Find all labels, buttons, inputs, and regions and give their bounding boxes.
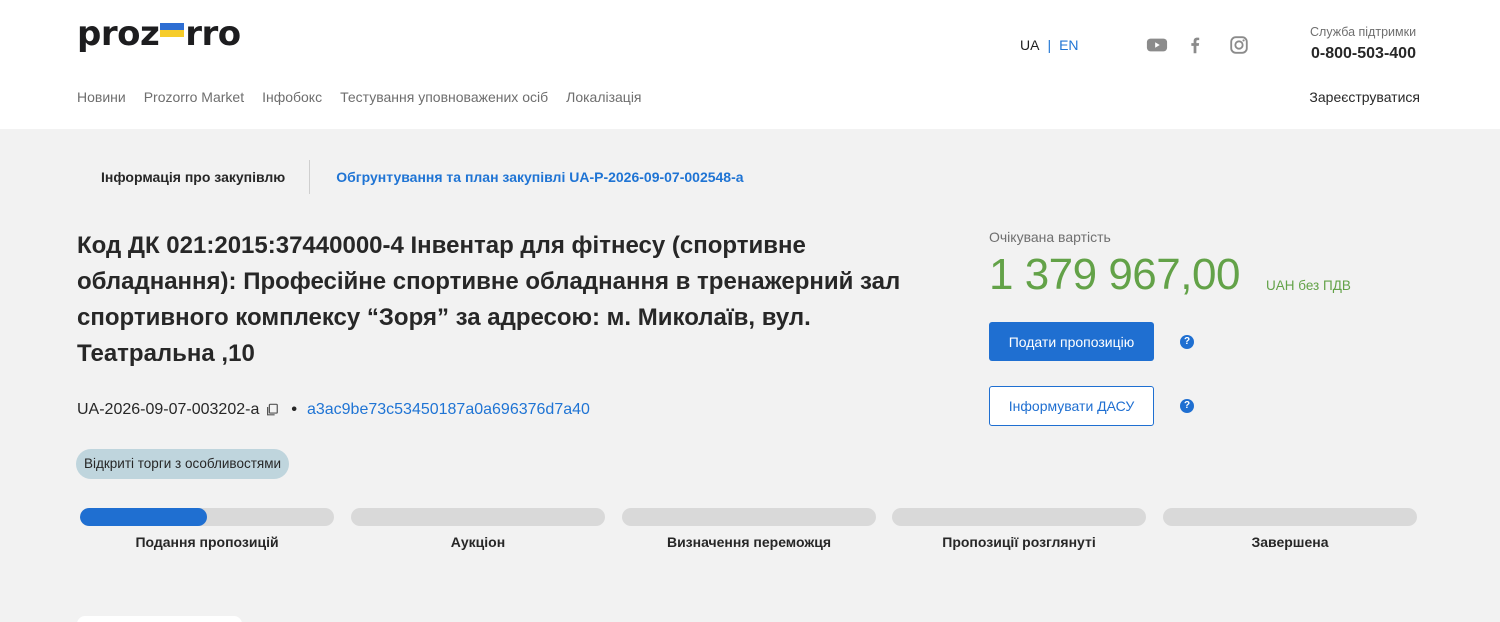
tender-identifiers: UA-2026-09-07-003202-a • a3ac9be73c53450… bbox=[77, 401, 590, 419]
stage-label: Подання пропозицій bbox=[135, 534, 279, 550]
nav-item-market[interactable]: Prozorro Market bbox=[144, 89, 244, 105]
support-phone[interactable]: 0-800-503-400 bbox=[1311, 45, 1416, 63]
help-icon[interactable]: ? bbox=[1180, 399, 1194, 413]
stage-progress-bar bbox=[1163, 508, 1417, 526]
tender-id: UA-2026-09-07-003202-a bbox=[77, 401, 260, 418]
submit-proposal-button[interactable]: Подати пропозицію bbox=[989, 322, 1154, 361]
inform-dasu-button[interactable]: Інформувати ДАСУ bbox=[989, 386, 1154, 426]
tender-hash-link[interactable]: a3ac9be73c53450187a0a696376d7a40 bbox=[307, 401, 590, 419]
lang-ua[interactable]: UA bbox=[1020, 37, 1039, 53]
tender-tabs: Інформація про закупівлю Обгрунтування т… bbox=[80, 160, 744, 194]
language-switcher: UA | EN bbox=[1020, 37, 1079, 53]
stage-progress-fill bbox=[80, 508, 207, 526]
tab-plan-justification[interactable]: Обгрунтування та план закупівлі UA-P-202… bbox=[310, 169, 743, 185]
main-nav: Новини Prozorro Market Інфобокс Тестуван… bbox=[77, 89, 660, 105]
nav-item-testing[interactable]: Тестування уповноважених осіб bbox=[340, 89, 548, 105]
stage-completed: Завершена bbox=[1163, 508, 1417, 550]
stage-winner-selection: Визначення переможця bbox=[622, 508, 876, 550]
stage-proposals-reviewed: Пропозиції розглянуті bbox=[892, 508, 1146, 550]
stage-auction: Аукціон bbox=[351, 508, 605, 550]
nav-item-infobox[interactable]: Інфобокс bbox=[262, 89, 322, 105]
stage-label: Аукціон bbox=[450, 534, 506, 550]
lang-separator: | bbox=[1047, 37, 1052, 53]
youtube-icon[interactable] bbox=[1146, 34, 1168, 56]
register-link[interactable]: Зареєструватися bbox=[1309, 89, 1420, 105]
stage-progress-bar bbox=[622, 508, 876, 526]
nav-item-localization[interactable]: Локалізація bbox=[566, 89, 641, 105]
stage-submission: Подання пропозицій bbox=[80, 508, 334, 550]
site-header: proz rro UA | EN Служба підтримки 0-800-… bbox=[0, 0, 1500, 129]
copy-icon[interactable] bbox=[265, 403, 279, 417]
ukraine-flag-icon bbox=[160, 23, 185, 37]
stage-progress-bar bbox=[351, 508, 605, 526]
expected-value-amount: 1 379 967,00 bbox=[989, 250, 1240, 299]
stage-progress-bar bbox=[892, 508, 1146, 526]
tender-title: Код ДК 021:2015:37440000-4 Інвентар для … bbox=[77, 232, 901, 367]
support-label: Служба підтримки bbox=[1310, 25, 1417, 39]
separator-dot: • bbox=[291, 401, 297, 418]
stage-label: Визначення переможця bbox=[666, 534, 832, 550]
stage-label: Завершена bbox=[1251, 534, 1329, 550]
stage-progress-bar bbox=[80, 508, 334, 526]
tab-procurement-info[interactable]: Інформація про закупівлю bbox=[80, 160, 311, 194]
procedure-type-badge: Відкриті торги з особливостями bbox=[76, 449, 290, 479]
logo-text-left: proz bbox=[77, 14, 160, 54]
nav-item-news[interactable]: Новини bbox=[77, 89, 126, 105]
expected-value-label: Очікувана вартість bbox=[989, 229, 1111, 245]
facebook-icon[interactable] bbox=[1184, 34, 1206, 56]
lang-en[interactable]: EN bbox=[1059, 37, 1078, 53]
stage-label: Пропозиції розглянуті bbox=[942, 534, 1096, 550]
logo-text-right: rro bbox=[185, 14, 241, 54]
help-icon[interactable]: ? bbox=[1180, 335, 1194, 349]
instagram-icon[interactable] bbox=[1228, 34, 1250, 56]
prozorro-logo[interactable]: proz rro bbox=[77, 14, 241, 54]
expected-value-currency: UAH без ПДВ bbox=[1266, 278, 1351, 293]
content-card bbox=[77, 616, 242, 622]
